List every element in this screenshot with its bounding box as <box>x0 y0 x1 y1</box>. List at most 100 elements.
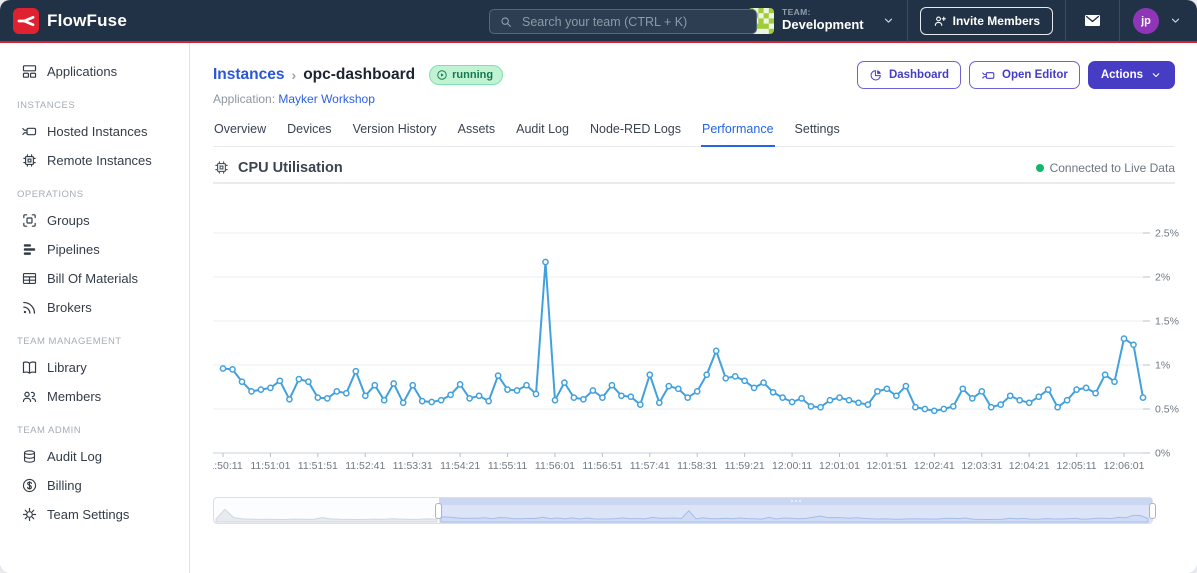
book-icon <box>21 359 38 376</box>
time-range-brush[interactable] <box>213 497 1156 524</box>
sidebar-item-remote-instances[interactable]: Remote Instances <box>0 146 189 175</box>
data-point-marker <box>712 347 720 355</box>
data-point-marker <box>390 380 398 387</box>
sidebar-item-label: Members <box>47 389 102 404</box>
sidebar-item-label: Billing <box>47 478 82 493</box>
data-point-marker <box>466 395 473 402</box>
tab-version-history[interactable]: Version History <box>352 116 438 147</box>
cpu-chip-icon <box>213 159 230 176</box>
y-axis-label: 0.5% <box>1155 404 1179 416</box>
y-axis-label: 0% <box>1155 448 1170 460</box>
team-chevron-down-icon[interactable] <box>864 14 895 27</box>
sidebar-item-members[interactable]: Members <box>0 382 189 411</box>
data-point-marker <box>371 381 379 389</box>
data-point-marker <box>561 379 568 386</box>
sidebar-item-applications[interactable]: Applications <box>0 57 189 86</box>
tab-assets[interactable]: Assets <box>457 116 497 147</box>
data-point-marker <box>655 399 663 407</box>
sidebar-item-label: Groups <box>47 213 90 228</box>
sidebar-item-label: Brokers <box>47 300 92 315</box>
tab-performance[interactable]: Performance <box>700 116 775 147</box>
data-point-marker <box>513 387 521 394</box>
data-point-marker <box>1063 396 1071 404</box>
user-chevron-down-icon[interactable] <box>1169 14 1182 27</box>
sidebar-item-billing[interactable]: Billing <box>0 471 189 500</box>
sidebar-item-library[interactable]: Library <box>0 353 189 382</box>
data-point-marker <box>314 394 322 401</box>
sidebar-item-groups[interactable]: Groups <box>0 206 189 235</box>
chevron-down-icon <box>1150 69 1162 81</box>
navbar-right: TEAM: Development Invite Members jp <box>734 0 1197 42</box>
sidebar-item-label: Bill Of Materials <box>47 271 139 286</box>
cpu-series-line <box>222 261 1144 412</box>
data-point-marker <box>286 395 293 403</box>
top-navbar: FlowFuse TEAM: Development Invit <box>0 0 1197 43</box>
search-input[interactable] <box>520 13 747 30</box>
data-point-marker <box>731 373 739 380</box>
team-name: Development <box>781 16 864 32</box>
brush-grip[interactable] <box>790 500 801 502</box>
data-point-marker <box>1101 371 1109 379</box>
data-point-marker <box>855 399 862 407</box>
data-point-marker <box>703 371 711 379</box>
data-point-marker <box>456 381 464 388</box>
data-point-marker <box>930 407 938 415</box>
data-point-marker <box>229 366 236 373</box>
data-point-marker <box>845 396 853 404</box>
tab-audit-log[interactable]: Audit Log <box>515 116 570 147</box>
node-icon <box>981 68 996 83</box>
brush-handle-left[interactable] <box>435 502 442 519</box>
data-point-marker <box>1111 378 1118 386</box>
sidebar-item-label: Remote Instances <box>47 153 152 168</box>
chip-icon <box>21 152 38 169</box>
mail-icon <box>1083 11 1102 30</box>
sidebar-item-team-settings[interactable]: Team Settings <box>0 500 189 529</box>
data-point-marker <box>997 401 1005 408</box>
dashboard-button[interactable]: Dashboard <box>856 61 962 89</box>
data-point-marker <box>1120 335 1128 342</box>
flowfuse-logo-icon <box>13 7 39 34</box>
sidebar-item-bill-of-materials[interactable]: Bill Of Materials <box>0 264 189 293</box>
invite-members-button[interactable]: Invite Members <box>919 6 1053 35</box>
data-point-marker <box>1073 386 1080 393</box>
brush-selection[interactable] <box>435 498 1156 523</box>
x-axis-label: 11:56:51 <box>582 460 622 472</box>
chart-title: CPU Utilisation <box>238 159 343 176</box>
sidebar-item-label: Library <box>47 360 87 375</box>
data-point-marker <box>826 396 834 404</box>
sidebar-item-brokers[interactable]: Brokers <box>0 293 189 322</box>
user-avatar[interactable]: jp <box>1133 7 1159 34</box>
tab-settings[interactable]: Settings <box>794 116 841 147</box>
data-point-marker <box>1130 341 1137 349</box>
actions-button[interactable]: Actions <box>1087 61 1175 89</box>
x-axis-label: 12:05:11 <box>1057 460 1097 472</box>
brush-handle-right[interactable] <box>1149 502 1156 519</box>
tab-overview[interactable]: Overview <box>213 116 267 147</box>
groups-icon <box>21 212 38 229</box>
notifications-button[interactable] <box>1066 11 1119 30</box>
breadcrumb: Instances › opc-dashboard running Dashbo… <box>213 60 1175 90</box>
data-point-marker <box>380 396 388 404</box>
data-point-marker <box>542 258 549 266</box>
data-point-marker <box>788 398 796 406</box>
brand[interactable]: FlowFuse <box>0 7 127 34</box>
application-link[interactable]: Mayker Workshop <box>278 92 374 106</box>
search-box[interactable] <box>489 9 757 34</box>
data-point-marker <box>399 399 407 407</box>
open-editor-button[interactable]: Open Editor <box>969 61 1080 89</box>
sidebar-item-hosted-instances[interactable]: Hosted Instances <box>0 117 189 146</box>
team-selector[interactable]: TEAM: Development <box>734 7 907 34</box>
breadcrumb-instances-link[interactable]: Instances <box>213 66 285 84</box>
search-icon <box>499 15 513 29</box>
data-point-marker <box>807 403 815 410</box>
data-point-marker <box>978 388 986 395</box>
data-point-marker <box>276 377 284 385</box>
user-menu[interactable]: jp <box>1120 7 1197 34</box>
pipelines-icon <box>21 241 38 258</box>
sidebar-item-audit-log[interactable]: Audit Log <box>0 442 189 471</box>
x-axis-label: 12:04:21 <box>1009 460 1050 472</box>
data-point-marker <box>485 397 492 405</box>
sidebar-item-pipelines[interactable]: Pipelines <box>0 235 189 264</box>
tab-node-red-logs[interactable]: Node-RED Logs <box>589 116 682 147</box>
tab-devices[interactable]: Devices <box>286 116 332 147</box>
